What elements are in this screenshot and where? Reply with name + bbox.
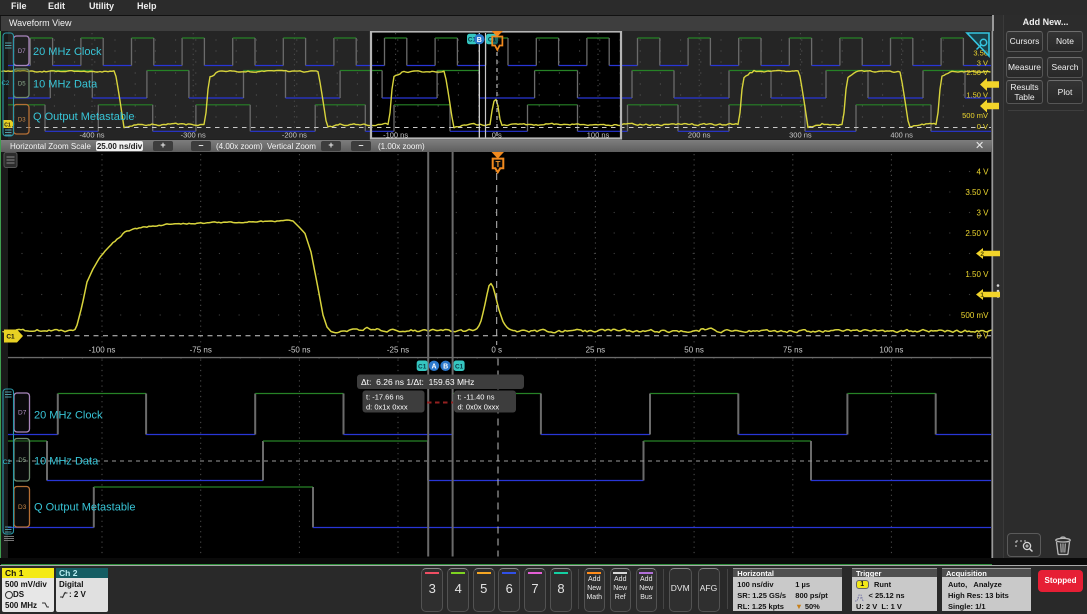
- svg-text:-400 ns: -400 ns: [79, 131, 104, 140]
- svg-text:4 V: 4 V: [976, 167, 989, 176]
- svg-text:3.50 V: 3.50 V: [965, 188, 989, 197]
- svg-text:t: -17.66 ns: t: -17.66 ns: [366, 392, 404, 401]
- svg-text:C1: C1: [455, 363, 464, 370]
- svg-text:2.50 V: 2.50 V: [966, 68, 988, 77]
- svg-text:Q Output Metastable: Q Output Metastable: [33, 111, 135, 123]
- svg-text:T: T: [496, 160, 501, 169]
- svg-text:2.50 V: 2.50 V: [965, 229, 989, 238]
- svg-text:D3: D3: [18, 504, 27, 511]
- svg-text:75 ns: 75 ns: [783, 346, 803, 355]
- svg-text:10 MHz Data: 10 MHz Data: [33, 79, 98, 91]
- svg-text:C1: C1: [4, 122, 11, 128]
- svg-text:500 mV: 500 mV: [962, 111, 988, 120]
- svg-text:1.50 V: 1.50 V: [966, 91, 988, 100]
- svg-text:300 ns: 300 ns: [789, 131, 812, 140]
- svg-text:D7: D7: [18, 410, 27, 417]
- svg-text:C1: C1: [418, 363, 427, 370]
- svg-text:2: 2: [980, 251, 984, 258]
- svg-text:-100 ns: -100 ns: [89, 346, 116, 355]
- svg-text:50 ns: 50 ns: [684, 346, 704, 355]
- svg-text:400 ns: 400 ns: [890, 131, 913, 140]
- svg-text:200 ns: 200 ns: [688, 131, 711, 140]
- svg-text:0 V: 0 V: [977, 122, 988, 131]
- svg-text:500 mV: 500 mV: [961, 311, 989, 320]
- svg-text:B: B: [443, 363, 448, 370]
- svg-text:10 MHz Data: 10 MHz Data: [34, 456, 99, 468]
- svg-text:3 V: 3 V: [977, 58, 988, 67]
- svg-text:B: B: [477, 37, 482, 44]
- svg-text:d: 0x1x 0xxx: d: 0x1x 0xxx: [366, 402, 408, 411]
- svg-text:100 ns: 100 ns: [879, 346, 903, 355]
- svg-text:C1: C1: [6, 334, 15, 341]
- svg-text:-75 ns: -75 ns: [190, 346, 212, 355]
- svg-text:D5: D5: [18, 82, 26, 88]
- svg-text:D3: D3: [18, 118, 26, 124]
- svg-text:t: -11.40 ns: t: -11.40 ns: [458, 392, 495, 401]
- svg-text:A: A: [431, 363, 436, 370]
- svg-text:1.50 V: 1.50 V: [965, 270, 989, 279]
- svg-text:0 V: 0 V: [976, 332, 989, 341]
- svg-text:20 MHz Clock: 20 MHz Clock: [33, 46, 102, 58]
- svg-text:20 MHz Clock: 20 MHz Clock: [34, 410, 103, 422]
- svg-text:D7: D7: [18, 49, 26, 55]
- svg-text:-300 ns: -300 ns: [181, 131, 206, 140]
- svg-text:3 V: 3 V: [976, 208, 989, 217]
- svg-text:25 ns: 25 ns: [586, 346, 606, 355]
- svg-text:-50 ns: -50 ns: [288, 346, 310, 355]
- svg-text:C2: C2: [3, 460, 11, 466]
- svg-text:Q Output Metastable: Q Output Metastable: [34, 502, 136, 514]
- svg-text:-200 ns: -200 ns: [282, 131, 307, 140]
- svg-text:Δt: 6.26 ns 1/Δt: 159.63 MHz: Δt: 6.26 ns 1/Δt: 159.63 MHz: [361, 377, 474, 387]
- svg-text:0 s: 0 s: [491, 346, 502, 355]
- svg-text:1: 1: [980, 292, 984, 299]
- svg-text:d: 0x0x 0xxx: d: 0x0x 0xxx: [458, 402, 500, 411]
- svg-text:-25 ns: -25 ns: [387, 346, 409, 355]
- svg-text:D5: D5: [18, 458, 26, 464]
